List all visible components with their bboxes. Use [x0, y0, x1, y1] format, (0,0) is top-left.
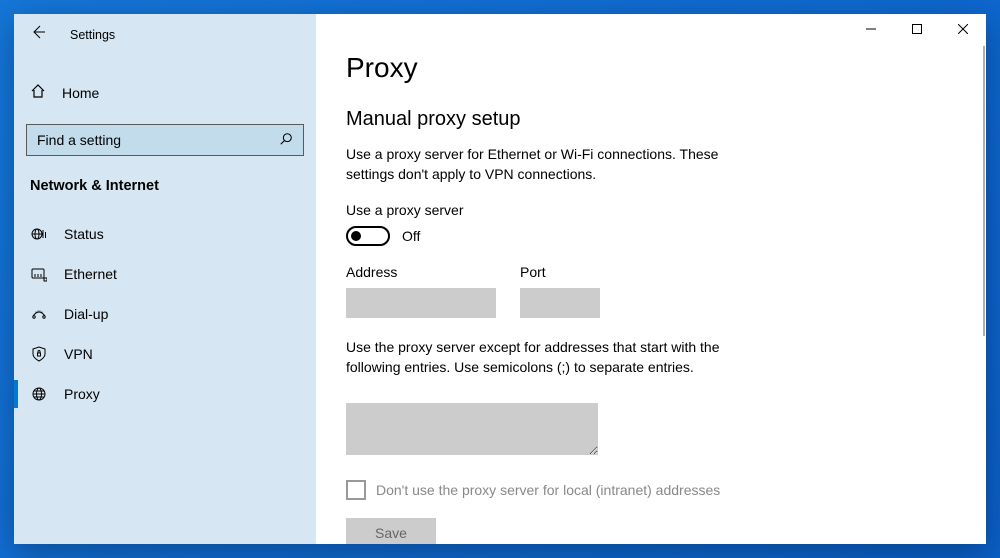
- address-port-row: Address Port: [346, 264, 956, 318]
- bypass-input[interactable]: [346, 403, 598, 455]
- content-scroll: Proxy Manual proxy setup Use a proxy ser…: [346, 46, 956, 544]
- sidebar-item-label: VPN: [64, 346, 93, 362]
- app-title: Settings: [70, 28, 115, 42]
- minimize-button[interactable]: [848, 14, 894, 44]
- scrollbar-thumb[interactable]: [983, 46, 985, 336]
- sidebar: Settings Home Network & Internet Sta: [14, 14, 316, 544]
- sidebar-item-dialup[interactable]: Dial-up: [14, 294, 316, 334]
- address-input[interactable]: [346, 288, 496, 318]
- globe-icon: [30, 386, 48, 402]
- nav-list: Status Ethernet Dial-up VPN: [14, 214, 316, 414]
- use-proxy-toggle-state: Off: [402, 228, 420, 244]
- dialup-icon: [30, 306, 48, 322]
- search-icon: [279, 132, 293, 149]
- sidebar-item-label: Status: [64, 226, 104, 242]
- local-checkbox[interactable]: [346, 480, 366, 500]
- manual-section-title: Manual proxy setup: [346, 108, 956, 131]
- search-box[interactable]: [26, 124, 304, 156]
- maximize-button[interactable]: [894, 14, 940, 44]
- page-title: Proxy: [346, 52, 956, 84]
- ethernet-icon: [30, 266, 48, 282]
- window-controls: [848, 14, 986, 44]
- search-input[interactable]: [37, 132, 279, 148]
- sidebar-item-proxy[interactable]: Proxy: [14, 374, 316, 414]
- manual-description: Use a proxy server for Ethernet or Wi-Fi…: [346, 145, 766, 184]
- home-icon: [30, 83, 46, 102]
- back-arrow-icon[interactable]: [30, 24, 46, 45]
- search-wrap: [14, 116, 316, 164]
- titlebar: [316, 14, 986, 46]
- sidebar-item-label: Proxy: [64, 386, 100, 402]
- use-proxy-toggle-row: Off: [346, 226, 956, 246]
- sidebar-item-ethernet[interactable]: Ethernet: [14, 254, 316, 294]
- local-checkbox-label: Don't use the proxy server for local (in…: [376, 482, 720, 498]
- sidebar-item-vpn[interactable]: VPN: [14, 334, 316, 374]
- sidebar-item-label: Ethernet: [64, 266, 117, 282]
- settings-window: Settings Home Network & Internet Sta: [14, 14, 986, 544]
- sidebar-item-status[interactable]: Status: [14, 214, 316, 254]
- port-input[interactable]: [520, 288, 600, 318]
- address-label: Address: [346, 264, 496, 280]
- sidebar-home[interactable]: Home: [14, 73, 316, 112]
- bypass-description: Use the proxy server except for addresse…: [346, 338, 746, 377]
- content-area: Proxy Manual proxy setup Use a proxy ser…: [316, 46, 986, 544]
- save-button[interactable]: Save: [346, 518, 436, 544]
- close-button[interactable]: [940, 14, 986, 44]
- use-proxy-label: Use a proxy server: [346, 202, 956, 218]
- sidebar-home-label: Home: [62, 85, 99, 101]
- toggle-knob-icon: [351, 231, 361, 241]
- use-proxy-toggle[interactable]: [346, 226, 390, 246]
- main-panel: Proxy Manual proxy setup Use a proxy ser…: [316, 14, 986, 544]
- scrollbar-track[interactable]: [983, 46, 985, 544]
- category-label: Network & Internet: [14, 164, 316, 204]
- local-checkbox-row: Don't use the proxy server for local (in…: [346, 480, 956, 500]
- port-label: Port: [520, 264, 600, 280]
- globe-status-icon: [30, 226, 48, 242]
- shield-icon: [30, 346, 48, 362]
- address-field: Address: [346, 264, 496, 318]
- sidebar-header: Settings: [14, 14, 316, 53]
- sidebar-item-label: Dial-up: [64, 306, 108, 322]
- port-field: Port: [520, 264, 600, 318]
